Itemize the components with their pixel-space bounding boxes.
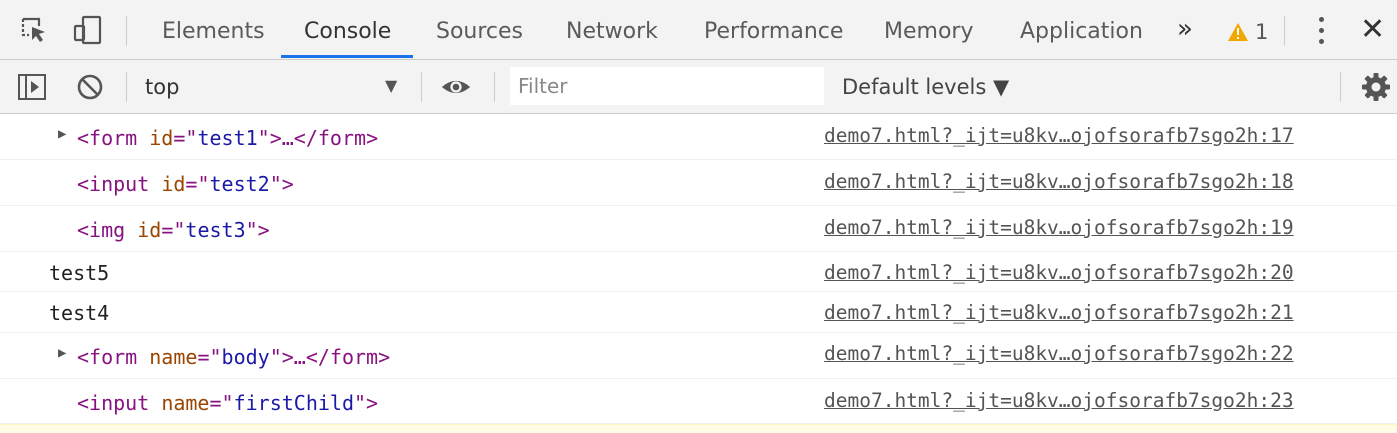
clear-console-icon[interactable] xyxy=(74,71,106,103)
tab-application[interactable]: Application xyxy=(1020,0,1143,60)
log-row: test5 demo7.html?_ijt=u8kv…ojofsorafb7sg… xyxy=(0,252,1397,292)
log-text: test4 xyxy=(49,301,110,325)
live-expression-eye-icon[interactable] xyxy=(440,71,472,103)
tab-performance[interactable]: Performance xyxy=(704,0,843,60)
toolbar-divider xyxy=(421,72,422,102)
console-log: ▶ <form id="test1">…</form> demo7.html?_… xyxy=(0,114,1397,433)
source-link[interactable]: demo7.html?_ijt=u8kv…ojofsorafb7sgo2h:23 xyxy=(824,389,1294,412)
tab-memory[interactable]: Memory xyxy=(884,0,973,60)
log-row: test4 demo7.html?_ijt=u8kv…ojofsorafb7sg… xyxy=(0,292,1397,333)
log-row: <input id="test2"> demo7.html?_ijt=u8kv…… xyxy=(0,160,1397,206)
source-link[interactable]: demo7.html?_ijt=u8kv…ojofsorafb7sgo2h:19 xyxy=(824,216,1294,239)
tab-elements[interactable]: Elements xyxy=(162,0,265,60)
toolbar-divider xyxy=(126,16,127,46)
console-prompt[interactable] xyxy=(0,424,1397,433)
active-tab-indicator xyxy=(281,55,413,58)
log-row: <img id="test3"> demo7.html?_ijt=u8kv…oj… xyxy=(0,206,1397,252)
more-options-icon[interactable] xyxy=(1310,14,1332,46)
log-row: <input name="firstChild"> demo7.html?_ij… xyxy=(0,379,1397,424)
warnings-count: 1 xyxy=(1255,20,1269,44)
toolbar-divider xyxy=(126,72,127,102)
device-toolbar-icon[interactable] xyxy=(72,14,104,46)
log-element-node[interactable]: <input id="test2"> xyxy=(77,172,294,196)
filter-input[interactable] xyxy=(510,67,824,105)
log-element-node[interactable]: <form name="body">…</form> xyxy=(77,345,390,369)
expand-triangle-icon[interactable]: ▶ xyxy=(58,126,66,142)
inspect-element-icon[interactable] xyxy=(18,14,50,46)
tab-sources[interactable]: Sources xyxy=(436,0,523,60)
expand-triangle-icon[interactable]: ▶ xyxy=(58,345,66,361)
log-element-node[interactable]: <img id="test3"> xyxy=(77,218,270,242)
console-settings-gear-icon[interactable] xyxy=(1360,71,1392,103)
log-levels-dropdown[interactable]: Default levels ▼ xyxy=(842,60,1009,114)
warnings-counter[interactable]: 1 xyxy=(1227,18,1268,46)
execution-context-select[interactable]: top xyxy=(145,60,179,114)
warning-triangle-icon xyxy=(1228,23,1248,41)
tab-console[interactable]: Console xyxy=(304,0,391,60)
context-dropdown-arrow-icon[interactable]: ▼ xyxy=(385,76,397,95)
toolbar-divider xyxy=(1284,16,1285,46)
source-link[interactable]: demo7.html?_ijt=u8kv…ojofsorafb7sgo2h:20 xyxy=(824,261,1294,284)
source-link[interactable]: demo7.html?_ijt=u8kv…ojofsorafb7sgo2h:21 xyxy=(824,301,1294,324)
log-row: ▶ <form name="body">…</form> demo7.html?… xyxy=(0,333,1397,379)
toolbar-divider xyxy=(1340,72,1341,102)
tab-network[interactable]: Network xyxy=(566,0,658,60)
log-row: ▶ <form id="test1">…</form> demo7.html?_… xyxy=(0,114,1397,160)
toolbar-divider xyxy=(494,72,495,102)
show-sidebar-icon[interactable] xyxy=(16,71,48,103)
log-text: test5 xyxy=(49,261,110,285)
devtools-tab-bar: Elements Console Sources Network Perform… xyxy=(0,0,1397,60)
log-element-node[interactable]: <input name="firstChild"> xyxy=(77,391,378,415)
more-tabs-button[interactable]: » xyxy=(1177,14,1193,44)
close-devtools-button[interactable]: ✕ xyxy=(1360,12,1385,48)
source-link[interactable]: demo7.html?_ijt=u8kv…ojofsorafb7sgo2h:22 xyxy=(824,342,1294,365)
log-element-node[interactable]: <form id="test1">…</form> xyxy=(77,126,378,150)
console-toolbar: top ▼ Default levels ▼ xyxy=(0,60,1397,114)
source-link[interactable]: demo7.html?_ijt=u8kv…ojofsorafb7sgo2h:18 xyxy=(824,170,1294,193)
source-link[interactable]: demo7.html?_ijt=u8kv…ojofsorafb7sgo2h:17 xyxy=(824,124,1294,147)
